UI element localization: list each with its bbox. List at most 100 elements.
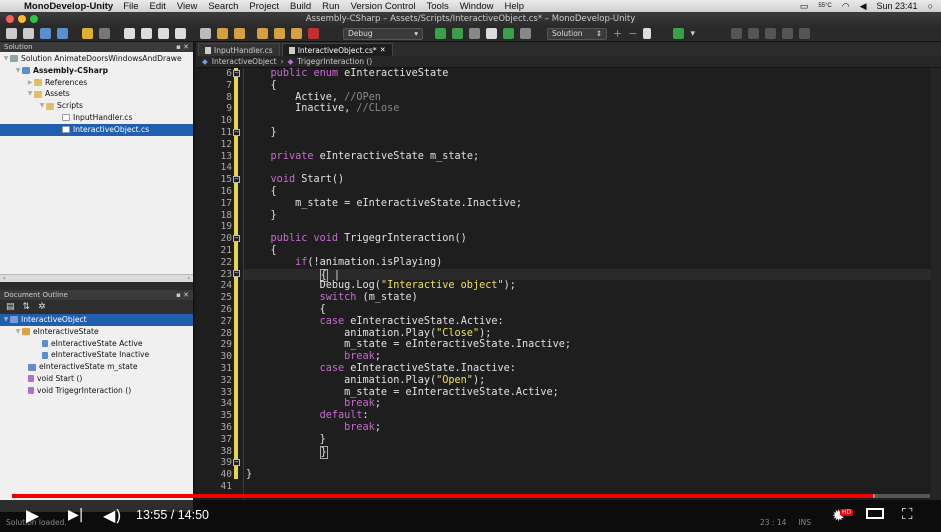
expander-icon[interactable]: ▼ [38,100,46,112]
close-icon[interactable] [6,15,14,23]
outline-item-enum[interactable]: ▼ eInteractiveState [0,326,193,338]
solution-hscrollbar[interactable]: ‹ › [0,274,193,282]
outline-item-method[interactable]: void Start () [0,373,193,385]
fold-toggle-icon[interactable]: − [233,176,240,183]
zoom-icon[interactable] [30,15,38,23]
play-icon[interactable]: ▶ [26,506,39,526]
rebuild-icon[interactable] [452,28,463,39]
pad-close-icon[interactable]: ▪ ✕ [176,290,189,300]
open-file-icon[interactable] [23,28,34,39]
breadcrumb-member[interactable]: TrigegrInteraction () [297,56,372,67]
build-icon[interactable] [435,28,446,39]
tree-item-inputhandler[interactable]: InputHandler.cs [0,112,193,124]
stop-icon[interactable] [520,28,531,39]
breadcrumb-class[interactable]: InteractiveObject [212,56,277,67]
step-into-icon[interactable] [747,28,759,39]
outline-item-method[interactable]: void TrigegrInteraction () [0,385,193,397]
fold-toggle-icon[interactable]: − [233,129,240,136]
pad-splitter[interactable] [0,282,193,290]
cut-icon[interactable] [124,28,135,39]
temperature-readout[interactable]: 55°C [818,3,831,9]
copy-icon[interactable] [141,28,152,39]
expander-icon[interactable]: ▼ [2,314,10,326]
debug-icon[interactable] [503,28,514,39]
expander-icon[interactable]: ▼ [2,53,10,65]
fold-toggle-icon[interactable]: − [233,235,240,242]
expander-icon[interactable]: ▼ [26,88,34,100]
tab-interactiveobject[interactable]: InteractiveObject.cs* ✕ [281,43,393,57]
volume-icon[interactable]: ◀ [860,1,867,12]
configuration-select[interactable]: Debug ▾ [343,27,423,40]
wifi-icon[interactable]: ◠ [842,1,850,12]
remove-icon[interactable]: − [628,27,637,40]
code-editor[interactable]: 6 7 8 9 10 11 12 13 14 15 16 17 18 19 20 21 22 23 24 25 26 27… [196,68,941,500]
restart-icon[interactable] [798,28,810,39]
step-over-icon[interactable] [730,28,742,39]
outline-item-enum-member[interactable]: eInteractiveState Active [0,338,193,350]
toggle-icon[interactable]: ▤ [6,302,15,312]
minimize-icon[interactable] [18,15,26,23]
fold-toggle-icon[interactable]: − [233,70,240,77]
tree-item-solution[interactable]: ▼ Solution AnimateDoorsWindowsAndDrawe [0,53,193,65]
options-icon[interactable] [643,28,652,39]
expander-icon[interactable]: ▼ [14,65,22,77]
fold-toggle-icon[interactable]: − [233,270,240,277]
layout-chevron-icon[interactable]: ▾ [690,29,695,39]
expander-icon[interactable]: ▶ [26,77,34,89]
tree-item-assets[interactable]: ▼ Assets [0,88,193,100]
video-progress-bar[interactable] [12,494,930,498]
next-bookmark-icon[interactable] [291,28,302,39]
spotlight-icon[interactable]: ○ [928,1,933,11]
clock[interactable]: Sun 23:41 [877,1,918,11]
bookmark-icon[interactable] [257,28,268,39]
outline-item-field[interactable]: eInteractiveState m_state [0,361,193,373]
screen-icon[interactable]: ▭ [800,1,809,12]
redo-icon[interactable] [99,28,110,39]
tree-item-scripts[interactable]: ▼ Scripts [0,100,193,112]
fullscreen-icon[interactable]: ⛶ [902,505,913,523]
menu-version-control[interactable]: Version Control [351,1,416,12]
step-out-icon[interactable] [764,28,776,39]
close-icon[interactable]: ✕ [380,44,386,57]
menu-tools[interactable]: Tools [427,1,449,12]
tree-item-references[interactable]: ▶ References [0,77,193,89]
menu-window[interactable]: Window [460,1,494,12]
tree-item-interactiveobject[interactable]: InteractiveObject.cs [0,123,193,136]
replace-icon[interactable] [234,28,245,39]
layout-icon[interactable] [673,28,685,39]
menu-edit[interactable]: Edit [150,1,166,12]
theater-icon[interactable] [866,508,884,519]
pad-close-icon[interactable]: ▪ ✕ [176,42,189,52]
prev-bookmark-icon[interactable] [274,28,285,39]
tree-item-project[interactable]: ▼ Assembly-CSharp [0,65,193,77]
app-menu[interactable]: MonoDevelop-Unity [24,1,113,12]
preferences-icon[interactable]: ✲ [38,302,46,312]
editor-vscrollbar[interactable] [931,68,941,500]
save-all-icon[interactable] [57,28,68,39]
menu-file[interactable]: File [123,1,138,12]
clean-icon[interactable] [469,28,480,39]
find-files-icon[interactable] [217,28,228,39]
delete-icon[interactable] [175,28,186,39]
menu-help[interactable]: Help [505,1,525,12]
find-icon[interactable] [200,28,211,39]
pause-icon[interactable] [781,28,793,39]
clear-bookmarks-icon[interactable] [308,28,319,39]
expander-icon[interactable]: ▼ [14,326,22,338]
run-icon[interactable] [486,28,497,39]
paste-icon[interactable] [158,28,169,39]
undo-icon[interactable] [82,28,93,39]
volume-icon[interactable]: ◀) [103,506,122,525]
tab-inputhandler[interactable]: InputHandler.cs [198,43,280,56]
sort-icon[interactable]: ⇅ [23,302,31,312]
outline-item-enum-member[interactable]: eInteractiveState Inactive [0,349,193,361]
outline-item-class[interactable]: ▼ InteractiveObject [0,314,193,326]
save-icon[interactable] [40,28,51,39]
new-file-icon[interactable] [6,28,17,39]
menu-run[interactable]: Run [322,1,339,12]
solution-select[interactable]: Solution ⇕ [547,27,607,40]
next-icon[interactable]: ▶| [68,507,83,523]
menu-project[interactable]: Project [249,1,279,12]
fold-toggle-icon[interactable]: − [233,459,240,466]
menu-view[interactable]: View [177,1,197,12]
